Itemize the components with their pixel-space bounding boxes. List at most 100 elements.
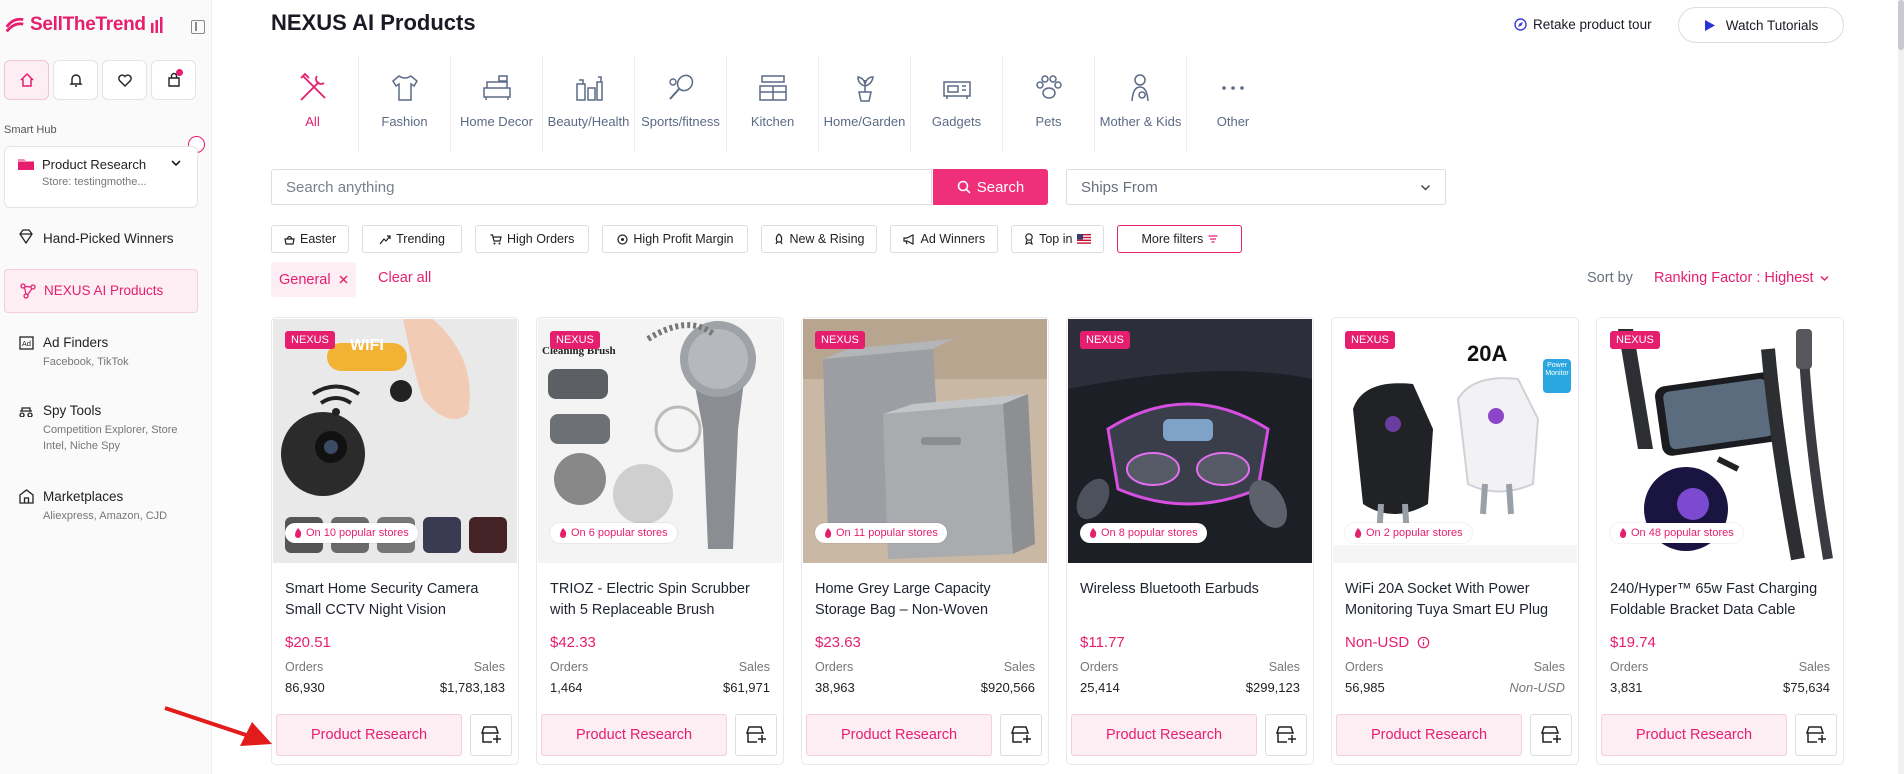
category-kitchen[interactable]: Kitchen [727, 56, 819, 152]
product-research-button[interactable]: Product Research [541, 714, 727, 756]
chevron-down-icon [1420, 184, 1431, 191]
add-to-store-button[interactable] [1000, 714, 1042, 756]
page-scrollbar[interactable] [1898, 0, 1904, 774]
scrollbar-thumb[interactable] [1898, 0, 1904, 50]
add-to-store-button[interactable] [470, 714, 512, 756]
product-card[interactable]: WIFI NEXUS On 10 popular stores Smart Ho… [271, 317, 519, 765]
app: SellTheTrend Smart Hub Product Research … [0, 0, 1904, 774]
category-label: Fashion [381, 114, 428, 129]
product-research-button[interactable]: Product Research [806, 714, 992, 756]
sidebar-item-spy-tools[interactable]: Spy Tools Competition Explorer, Store In… [4, 401, 198, 455]
product-image[interactable]: NEXUS On 48 popular stores [1598, 319, 1842, 563]
category-gadgets[interactable]: Gadgets [911, 56, 1003, 152]
product-title[interactable]: Smart Home Security Camera Small CCTV Ni… [285, 579, 509, 621]
product-price-value: Non-USD [1345, 634, 1410, 651]
sidebar-item-label: NEXUS AI Products [44, 283, 164, 298]
flame-icon [1355, 528, 1362, 538]
plant-icon [856, 76, 874, 102]
category-fashion[interactable]: Fashion [359, 56, 451, 152]
orders-label: Orders [285, 660, 324, 674]
add-to-store-button[interactable] [1265, 714, 1307, 756]
sales-value: Non-USD [1509, 680, 1565, 695]
product-title[interactable]: Wireless Bluetooth Earbuds [1080, 579, 1304, 621]
category-label: Other [1216, 114, 1250, 129]
product-card[interactable]: Cleaning Brush NEXUS On 6 popular stores… [536, 317, 784, 765]
flame-icon [825, 528, 832, 538]
product-research-button[interactable]: Product Research [1601, 714, 1787, 756]
close-icon[interactable] [339, 275, 348, 284]
product-title[interactable]: TRIOZ - Electric Spin Scrubber with 5 Re… [550, 579, 774, 621]
product-card[interactable]: NEXUS On 11 popular stores Home Grey Lar… [801, 317, 1049, 765]
product-image[interactable]: Cleaning Brush NEXUS On 6 popular stores [538, 319, 782, 563]
search-input[interactable] [271, 169, 932, 205]
add-to-store-button[interactable] [1795, 714, 1837, 756]
active-filter-tag[interactable]: General [271, 262, 356, 297]
stores-pill: On 48 popular stores [1610, 523, 1743, 543]
filter-ad-winners[interactable]: Ad Winners [890, 225, 999, 253]
product-image[interactable]: 20A Power Monitor NEXUS On 2 popular sto… [1333, 319, 1577, 563]
filter-easter[interactable]: Easter [271, 225, 350, 253]
add-to-store-button[interactable] [1530, 714, 1572, 756]
category-home-garden[interactable]: Home/Garden [819, 56, 911, 152]
mother-icon [1130, 74, 1149, 102]
category-label: Sports/fitness [641, 114, 720, 129]
category-home-decor[interactable]: Home Decor [451, 56, 543, 152]
filter-trending[interactable]: Trending [362, 225, 463, 253]
info-icon[interactable] [1417, 636, 1430, 649]
home-button[interactable] [4, 60, 49, 100]
flame-icon [1090, 528, 1097, 538]
category-other[interactable]: Other [1187, 56, 1279, 152]
store-bag-button[interactable] [151, 60, 196, 100]
clear-all-link[interactable]: Clear all [378, 270, 431, 286]
product-title[interactable]: Home Grey Large Capacity Storage Bag – N… [815, 579, 1039, 621]
sales-value: $1,783,183 [439, 680, 505, 695]
collapse-sidebar-icon[interactable] [191, 20, 205, 34]
sort-select[interactable]: Ranking Factor : Highest [1654, 270, 1829, 286]
filter-new-rising[interactable]: New & Rising [761, 225, 878, 253]
sidebar-item-nexus-ai-products[interactable]: NEXUS AI Products [4, 269, 198, 313]
notifications-button[interactable] [53, 60, 98, 100]
sales-label: Sales [1003, 660, 1035, 674]
annotation-arrow-icon [164, 706, 272, 746]
sidebar-item-sub: Competition Explorer, Store Intel, Niche… [43, 424, 178, 452]
ships-from-select[interactable]: Ships From [1066, 169, 1446, 205]
sidebar-item-ad-finders[interactable]: Ad Ad Finders Facebook, TikTok [4, 333, 198, 373]
gadget-icon [942, 81, 971, 99]
product-image[interactable]: NEXUS On 8 popular stores [1068, 319, 1312, 563]
filter-high-orders[interactable]: High Orders [475, 225, 590, 253]
logo[interactable]: SellTheTrend [4, 14, 164, 36]
more-filters-button[interactable]: More filters [1117, 225, 1243, 253]
sidebar-item-hand-picked-winners[interactable]: Hand-Picked Winners [4, 227, 198, 253]
product-research-button[interactable]: Product Research [276, 714, 462, 756]
store-name: Store: testingmothe... [42, 176, 147, 188]
filter-top-in-country[interactable]: Top in [1011, 225, 1105, 253]
quick-actions [4, 60, 196, 100]
product-image[interactable]: NEXUS On 11 popular stores [803, 319, 1047, 563]
retake-tour-label: Retake product tour [1533, 17, 1652, 32]
sidebar-item-marketplaces[interactable]: Marketplaces Aliexpress, Amazon, CJD [4, 487, 198, 527]
spy-icon [19, 407, 33, 417]
watch-tutorials-button[interactable]: Watch Tutorials [1678, 7, 1844, 43]
product-card[interactable]: 20A Power Monitor NEXUS On 2 popular sto… [1331, 317, 1579, 765]
favorites-button[interactable] [102, 60, 147, 100]
filter-high-profit-margin[interactable]: High Profit Margin [602, 225, 749, 253]
filter-label: Easter [300, 232, 337, 246]
search-button[interactable]: Search [933, 169, 1048, 205]
add-to-store-button[interactable] [735, 714, 777, 756]
category-beauty-health[interactable]: Beauty/Health [543, 56, 635, 152]
product-research-button[interactable]: Product Research [1071, 714, 1257, 756]
product-card[interactable]: NEXUS On 48 popular stores 240/Hyper™ 65… [1596, 317, 1844, 765]
product-research-selector[interactable]: Product Research Store: testingmothe... [4, 146, 198, 208]
category-mother-kids[interactable]: Mother & Kids [1095, 56, 1187, 152]
product-title[interactable]: WiFi 20A Socket With Power Monitoring Tu… [1345, 579, 1569, 621]
category-pets[interactable]: Pets [1003, 56, 1095, 152]
nexus-badge: NEXUS [1345, 331, 1395, 349]
retake-tour-link[interactable]: Retake product tour [1514, 17, 1652, 32]
category-all[interactable]: All [267, 56, 359, 152]
product-research-button[interactable]: Product Research [1336, 714, 1522, 756]
category-sports-fitness[interactable]: Sports/fitness [635, 56, 727, 152]
product-image[interactable]: WIFI NEXUS On 10 popular stores [273, 319, 517, 563]
stores-text: On 2 popular stores [1366, 527, 1463, 539]
product-title[interactable]: 240/Hyper™ 65w Fast Charging Foldable Br… [1610, 579, 1834, 621]
product-card[interactable]: NEXUS On 8 popular stores Wireless Bluet… [1066, 317, 1314, 765]
